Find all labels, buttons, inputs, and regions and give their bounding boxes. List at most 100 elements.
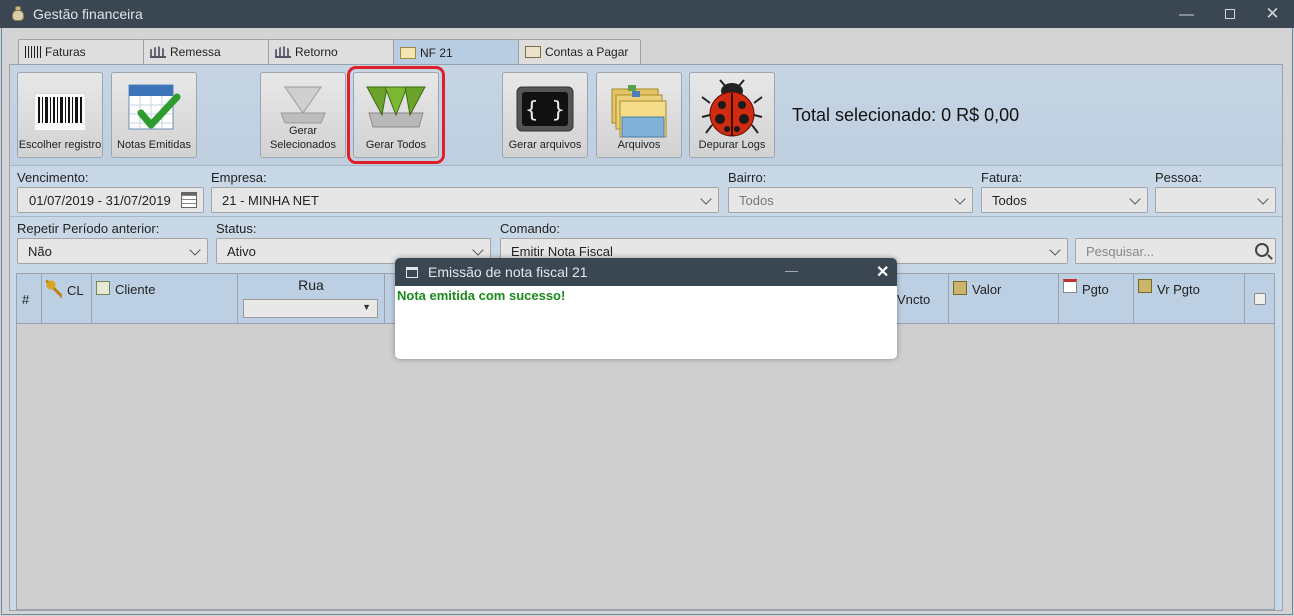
dialog-minimize-button[interactable]: — [785,263,798,278]
column-label: Vncto [897,291,931,307]
tab-remessa[interactable]: Remessa [143,39,269,64]
bill-icon [525,46,541,58]
empresa-label: Empresa: [211,170,267,185]
pessoa-select[interactable] [1155,187,1276,213]
arquivos-button[interactable]: Arquivos [596,72,682,158]
column-header-rua[interactable]: Rua [238,274,385,324]
search-placeholder: Pesquisar... [1086,243,1154,259]
gerar-todos-button[interactable]: Gerar Todos [347,66,445,164]
chevron-down-icon [189,244,201,256]
empresa-value: 21 - MINHA NET [222,192,319,208]
repetir-label: Repetir Período anterior: [17,221,160,236]
dialog-titlebar: Emissão de nota fiscal 21 — ✕ [395,258,897,286]
key-icon [46,280,62,298]
empresa-select[interactable]: 21 - MINHA NET [211,187,719,213]
button-label: Depurar Logs [698,139,766,151]
filters-divider [10,216,1282,217]
minimize-icon: — [1179,5,1194,23]
select-all-checkbox[interactable] [1253,293,1266,305]
bairro-label: Bairro: [728,170,767,185]
money-icon [1138,279,1152,293]
code-terminal-icon: { } [516,86,574,132]
column-label: Vr Pgto [1157,282,1200,297]
tab-contas-a-pagar[interactable]: Contas a Pagar [518,39,641,64]
tab-label: NF 21 [420,45,453,60]
window-title: Gestão financeira [33,6,143,22]
column-header-select-all[interactable] [1245,274,1274,324]
close-icon: ✕ [1265,4,1280,23]
comando-label: Comando: [500,221,560,236]
tab-label: Contas a Pagar [545,45,629,59]
tab-label: Retorno [295,45,338,59]
column-header-index[interactable]: # [17,274,42,324]
notas-emitidas-button[interactable]: Notas Emitidas [111,72,197,158]
money-icon [953,281,967,295]
window-icon [406,266,418,278]
chevron-down-icon [954,193,966,205]
depurar-logs-button[interactable]: Depurar Logs [689,72,775,158]
close-window-button[interactable]: ✕ [1251,0,1294,28]
svg-text:{ }: { } [525,98,565,123]
generate-selected-icon [280,86,326,124]
column-header-cliente[interactable]: Cliente [92,274,238,324]
barcode-icon [25,46,41,58]
vencimento-label: Vencimento: [17,170,89,185]
column-label: Valor [972,282,1002,297]
escolher-registro-button[interactable]: Escolher registro [17,72,103,158]
button-label: Gerar Selecionados [269,125,337,151]
calendar-icon [1063,279,1077,293]
vencimento-value: 01/07/2019 - 31/07/2019 [29,192,171,208]
button-label: Escolher registro [18,139,102,151]
filters-area: Vencimento: 01/07/2019 - 31/07/2019 Empr… [10,165,1282,271]
dialog-message: Nota emitida com sucesso! [397,288,566,303]
dialog-title: Emissão de nota fiscal 21 [428,264,588,280]
column-label: CL [67,283,84,298]
column-label: Rua [298,277,324,293]
fatura-label: Fatura: [981,170,1023,185]
toolbar: Escolher registro Notas Emitidas Gerar S… [10,65,1282,165]
dialog-close-button[interactable]: ✕ [876,262,889,282]
column-header-cl[interactable]: CL [42,274,92,324]
search-icon[interactable] [1255,243,1269,257]
button-label: Arquivos [617,139,661,151]
gerar-arquivos-button[interactable]: { } Gerar arquivos [502,72,588,158]
folders-icon [611,85,667,138]
status-label: Status: [216,221,257,236]
bank-icon [150,46,166,58]
column-header-valor[interactable]: Valor [949,274,1059,324]
column-header-vr-pgto[interactable]: Vr Pgto [1134,274,1245,324]
maximize-button[interactable] [1208,0,1251,28]
calendar-icon[interactable] [181,192,197,208]
bairro-value: Todos [739,192,774,208]
tab-retorno[interactable]: Retorno [268,39,394,64]
maximize-icon [1224,9,1235,19]
chevron-down-icon [1257,193,1269,205]
column-label: # [22,291,30,307]
tab-faturas[interactable]: Faturas [18,39,144,64]
window-titlebar: Gestão financeira — ✕ [0,0,1294,28]
repetir-value: Não [28,243,52,259]
gerar-selecionados-button[interactable]: Gerar Selecionados [260,72,346,158]
tab-nf-21[interactable]: NF 21 [393,39,519,65]
total-selected-text: Total selecionado: 0 R$ 0,00 [792,105,1020,125]
column-label: Pgto [1082,282,1109,297]
search-input[interactable]: Pesquisar... [1075,238,1276,264]
button-label: Gerar Todos [365,139,427,151]
ladybug-icon [701,79,763,137]
vencimento-date-range[interactable]: 01/07/2019 - 31/07/2019 [17,187,204,213]
button-label: Notas Emitidas [117,139,191,151]
column-header-pgto[interactable]: Pgto [1059,274,1134,324]
comando-value: Emitir Nota Fiscal [511,243,613,259]
pessoa-label: Pessoa: [1155,170,1202,185]
fatura-select[interactable]: Todos [981,187,1148,213]
repetir-select[interactable]: Não [17,238,208,264]
barcode-icon [34,93,86,131]
chevron-down-icon [472,244,484,256]
nf-emission-dialog: Emissão de nota fiscal 21 — ✕ Nota emiti… [395,258,897,359]
minimize-button[interactable]: — [1165,0,1208,28]
bairro-select[interactable]: Todos [728,187,973,213]
certificate-icon [400,46,416,59]
rua-filter-select[interactable] [243,299,378,318]
calendar-check-icon [128,84,181,130]
tab-label: Remessa [170,45,221,59]
